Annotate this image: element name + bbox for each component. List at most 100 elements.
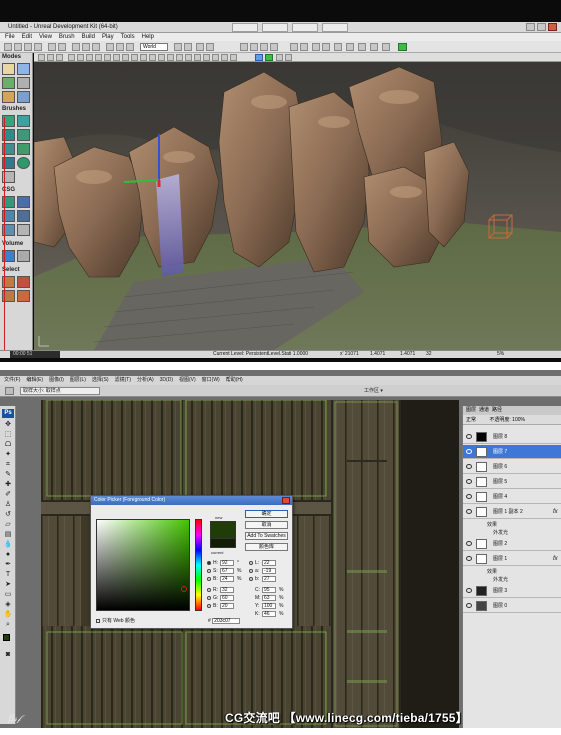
color-cursor[interactable]: [181, 586, 187, 592]
viewport-icon[interactable]: [285, 54, 292, 61]
search-icon[interactable]: [174, 43, 182, 51]
eye-icon[interactable]: [466, 449, 472, 454]
viewport-icon[interactable]: [167, 54, 174, 61]
rotate-icon[interactable]: [116, 43, 124, 51]
browser-tab[interactable]: [232, 23, 258, 32]
open-icon[interactable]: [14, 43, 22, 51]
save-icon[interactable]: [24, 43, 32, 51]
ps-menu-analysis[interactable]: 分析(A): [137, 376, 154, 385]
viewport-icon[interactable]: [276, 54, 283, 61]
g-input[interactable]: 60: [220, 595, 234, 601]
browser-tab[interactable]: [262, 23, 288, 32]
ps-menu-3d[interactable]: 3D(D): [160, 376, 173, 385]
blue-input[interactable]: 20: [220, 603, 234, 609]
path-selection-icon[interactable]: ➤: [3, 581, 13, 589]
saturation-brightness-field[interactable]: [96, 519, 190, 611]
build-all-icon[interactable]: [270, 43, 278, 51]
cancel-button[interactable]: 取消: [245, 521, 288, 529]
redo-icon[interactable]: [58, 43, 66, 51]
brush-tool-icon[interactable]: ✐: [3, 491, 13, 499]
show-all-icon[interactable]: [17, 290, 30, 302]
lab-b-radio[interactable]: [249, 577, 253, 581]
viewport-icon[interactable]: [149, 54, 156, 61]
s-input[interactable]: 67: [220, 568, 234, 574]
toolbar-icon[interactable]: [322, 43, 330, 51]
menu-tools[interactable]: Tools: [121, 33, 135, 41]
color-libraries-button[interactable]: 颜色库: [245, 543, 288, 551]
cylinder-brush-icon[interactable]: [17, 129, 30, 141]
a-radio[interactable]: [249, 569, 253, 573]
eye-icon[interactable]: [466, 556, 472, 561]
menu-edit[interactable]: Edit: [22, 33, 32, 41]
viewport-icon[interactable]: [194, 54, 201, 61]
m-input[interactable]: 63: [262, 595, 276, 601]
3d-rotate-icon[interactable]: ◈: [3, 601, 13, 609]
toolbar-icon[interactable]: [358, 43, 366, 51]
fx-icon[interactable]: fx: [553, 505, 558, 519]
realtime-preview-icon[interactable]: [255, 54, 263, 61]
pen-tool-icon[interactable]: ✒: [3, 561, 13, 569]
gradient-tool-icon[interactable]: ▤: [3, 531, 13, 539]
effect-outer-glow[interactable]: 外发光: [493, 576, 508, 583]
level-viewport[interactable]: [34, 62, 561, 350]
r-input[interactable]: 32: [220, 587, 234, 593]
menu-build[interactable]: Build: [82, 33, 95, 41]
coordinate-system-combo[interactable]: World: [140, 43, 168, 51]
viewport-icon[interactable]: [77, 54, 84, 61]
sample-size-dropdown[interactable]: 取样大小: 取样点: [20, 387, 100, 395]
l-radio[interactable]: [249, 561, 253, 565]
play-viewport-icon[interactable]: [265, 54, 273, 61]
h-radio[interactable]: [207, 561, 211, 565]
build-icon[interactable]: [240, 43, 248, 51]
clone-stamp-icon[interactable]: ♙: [3, 501, 13, 509]
layer-row[interactable]: 图层 3: [463, 584, 561, 598]
kismet-icon[interactable]: [206, 43, 214, 51]
copy-icon[interactable]: [82, 43, 90, 51]
toolbar-icon[interactable]: [290, 43, 298, 51]
c-input[interactable]: 95: [262, 587, 276, 593]
new-icon[interactable]: [4, 43, 12, 51]
foreground-color-swatch[interactable]: [3, 634, 10, 641]
browser-tab[interactable]: [292, 23, 318, 32]
viewport-icon[interactable]: [212, 54, 219, 61]
layer-row[interactable]: 图层 5: [463, 475, 561, 489]
move-tool-icon[interactable]: ✥: [3, 421, 13, 429]
b-input[interactable]: 24: [220, 576, 234, 582]
toolbar-icon[interactable]: [300, 43, 308, 51]
maximize-icon[interactable]: [537, 23, 546, 31]
csg-subtract-icon[interactable]: [17, 196, 30, 208]
workspace-dropdown[interactable]: 工作区 ▾: [364, 387, 383, 395]
effect-outer-glow[interactable]: 外发光: [493, 529, 508, 536]
type-tool-icon[interactable]: T: [3, 571, 13, 579]
hex-input[interactable]: 203c07: [212, 618, 241, 624]
shape-tool-icon[interactable]: ▭: [3, 591, 13, 599]
lasso-tool-icon[interactable]: ᗝ: [3, 441, 13, 449]
opacity-field[interactable]: 不透明度: 100%: [489, 417, 525, 423]
play-in-editor-icon[interactable]: [398, 43, 407, 51]
ps-menu-file[interactable]: 文件(F): [4, 376, 20, 385]
layer-row[interactable]: 图层 2: [463, 537, 561, 551]
sphere-brush-icon[interactable]: [17, 157, 30, 169]
tab-paths[interactable]: 路径: [492, 406, 502, 415]
add-to-swatches-button[interactable]: Add To Swatches: [245, 532, 288, 540]
browser-tab[interactable]: [322, 23, 348, 32]
eyedropper-icon[interactable]: [5, 387, 14, 395]
viewport-icon[interactable]: [230, 54, 237, 61]
layer-row[interactable]: 图层 4: [463, 490, 561, 504]
volume-icon[interactable]: [17, 250, 30, 262]
eye-icon[interactable]: [466, 464, 472, 469]
h-input[interactable]: 92: [220, 560, 234, 566]
undo-icon[interactable]: [48, 43, 56, 51]
y-input[interactable]: 100: [262, 603, 276, 609]
a-input[interactable]: -19: [262, 568, 276, 574]
hide-selected-icon[interactable]: [17, 276, 30, 288]
camera-mode-icon[interactable]: [2, 63, 15, 75]
eye-icon[interactable]: [466, 434, 472, 439]
mesh-paint-icon[interactable]: [2, 91, 15, 103]
layer-row[interactable]: 图层 6: [463, 460, 561, 474]
eye-icon[interactable]: [466, 494, 472, 499]
toolbar-icon[interactable]: [334, 43, 342, 51]
viewport-icon[interactable]: [38, 54, 45, 61]
grid-size[interactable]: 32: [426, 351, 432, 358]
web-colors-only-checkbox[interactable]: 只有 Web 颜色: [96, 617, 135, 624]
